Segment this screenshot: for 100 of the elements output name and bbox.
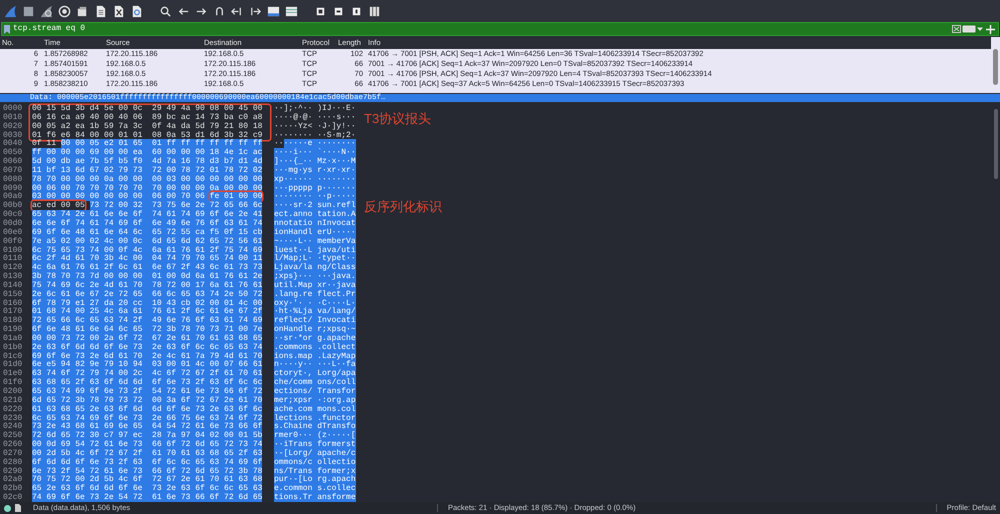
hex-bytes: 72 6d 65 72 30 c7 97 ec 28 7a 97 04 02 00 01 5b — [32, 431, 262, 440]
display-filter-field[interactable]: tcp.stream eq 0 — [1, 22, 999, 36]
ascii-text: ········ ··S·m;2· — [274, 130, 356, 140]
ascii-text: rmer0··· (z·····[ — [274, 431, 356, 440]
ascii-text: ··iTrans formerst — [274, 440, 356, 450]
hex-offset: 01f0 — [3, 379, 24, 388]
hex-bytes: 00 15 5d 3b d4 5e 00 0c 29 49 4a 90 08 00 45 00 — [32, 104, 262, 113]
hex-offset: 00c0 — [3, 211, 24, 220]
hex-bytes: 65 63 74 69 6f 6e 73 2f 54 72 61 6e 73 66 6f 72 — [32, 387, 262, 396]
hex-offset: 0060 — [3, 158, 24, 166]
scrollbar[interactable] — [993, 49, 998, 85]
hex-offset: 0160 — [3, 300, 24, 308]
ascii-text: ections/ Transfor — [274, 387, 356, 396]
hex-bytes: 00 0d 69 54 72 61 6e 73 66 6f 72 6d 65 72 73 74 — [32, 440, 262, 450]
ascii-text: Ljava/la ng/Class — [274, 263, 356, 272]
hex-bytes: 74 69 6f 6e 73 2e 54 72 61 6e 73 66 6f 72 6d 65 — [32, 493, 262, 502]
ascii-text: pur·-[Lo rg.apach — [274, 475, 356, 484]
close-file-icon[interactable] — [112, 4, 125, 18]
autoscroll-icon[interactable] — [267, 4, 280, 18]
ascii-text: ]···{_·· Mz·x···M — [274, 157, 356, 166]
hex-bytes: 01 f6 e6 84 00 00 01 01 08 0a 53 d1 6d 3b 32 c9 — [32, 130, 262, 140]
ascii-text: ····sr·2 sun.refl — [274, 201, 356, 210]
hex-offset: 0220 — [3, 406, 24, 414]
hex-offset: 0280 — [3, 458, 24, 468]
ascii-text: ·····Yz< ·J·]y!·· — [274, 122, 356, 131]
hex-bytes: 3b 78 70 73 7d 00 00 00 01 00 0d 6a 61 76 61 2e — [32, 272, 262, 282]
hex-offset: 00b0 — [3, 202, 24, 210]
hex-bytes: 00 05 a2 ea 1b 59 7a 3c 0f 4a da 5d 79 21 80 18 — [32, 122, 262, 131]
hex-bytes: 73 2e 43 68 61 69 6e 65 64 54 72 61 6e 73 66 6f — [32, 422, 262, 432]
hex-bytes: 00 00 05 e2 01 65 01 ff ff ff ff ff ff ff — [60, 139, 262, 148]
resize-columns-icon[interactable] — [368, 4, 381, 18]
ascii-text: ·····e ········ — [284, 139, 356, 148]
hex-offset: 0200 — [3, 388, 24, 396]
search-icon[interactable] — [159, 4, 172, 18]
hex-offset: 0290 — [3, 468, 24, 476]
ascii-text: ··];·^·· )IJ···E· — [274, 104, 356, 113]
hex-bytes: 03 00 00 00 00 00 00 00 06 00 70 06 — [32, 192, 205, 202]
annotation-label: T3协议报头 — [364, 112, 432, 126]
hex-offset: 0010 — [3, 114, 24, 122]
hex-bytes: 65 2e 63 6f 6d 6d 6f 6e 73 2e 63 6f 6c 6c 65 63 — [32, 484, 262, 494]
hex-offset: 02c0 — [3, 494, 24, 502]
hex-offset: 01d0 — [3, 361, 24, 370]
hex-bytes: 4c 6a 61 76 61 2f 6c 61 6e 67 2f 43 6c 61 73 73 — [32, 263, 262, 272]
clear-icon[interactable] — [952, 25, 961, 33]
scrollbar[interactable] — [994, 109, 998, 179]
document-icon[interactable] — [15, 504, 21, 512]
open-file-icon[interactable] — [76, 4, 89, 18]
annotation-label: 反序列化标识 — [364, 200, 442, 214]
hex-offset: 0150 — [3, 290, 24, 300]
hex-bytes: 6c 2f 4d 61 70 3b 4c 00 04 74 79 70 65 74 00 11 — [32, 254, 262, 264]
hex-offset: 0090 — [3, 184, 24, 193]
ascii-text: e.common s.collec — [274, 484, 356, 494]
ascii-text: l/Map;L· ·typet·· — [274, 254, 356, 264]
hex-bytes: 63 74 6f 72 79 74 00 2c 4c 6f 72 67 2f 61 70 61 — [32, 369, 262, 378]
stop-icon[interactable] — [22, 4, 35, 18]
hex-bytes: 01 68 74 00 25 4c 6a 61 76 61 2f 6c 61 6e 67 2f — [32, 307, 262, 316]
hex-offset: 0170 — [3, 308, 24, 316]
hex-bytes: ff 00 00 00 69 00 00 ea 60 00 00 00 18 4e 1c ac — [32, 148, 262, 158]
hex-bytes: 65 63 74 2e 61 6e 6e 6f 74 61 74 69 6f 6e 2e 41 — [32, 210, 262, 220]
hex-bytes: fe 01 00 00 — [210, 192, 262, 202]
ascii-text: ctoryt·, Lorg/apa — [274, 369, 356, 378]
ascii-text: n····y·· ···L··fa — [274, 360, 356, 370]
bookmark-icon[interactable] — [4, 24, 10, 34]
dropdown-caret-icon[interactable] — [977, 26, 983, 32]
add-icon[interactable] — [986, 24, 995, 34]
reload-file-icon[interactable] — [130, 4, 143, 18]
hex-offset: 0070 — [3, 166, 24, 176]
hex-offset: 0120 — [3, 264, 24, 272]
hex-offset: 02a0 — [3, 476, 24, 484]
hex-offset: 01a0 — [3, 334, 24, 343]
hex-offset: 01e0 — [3, 370, 24, 378]
hex-offset: 0260 — [3, 441, 24, 450]
hex-offset: 0050 — [3, 149, 24, 158]
hex-bytes: ac ed 00 05 — [32, 201, 85, 210]
filter-text: tcp.stream eq 0 — [13, 25, 86, 33]
hex-offset: 0250 — [3, 432, 24, 440]
hex-bytes: 6e e5 94 82 9e 79 10 94 03 00 01 4c 00 07 66 61 — [32, 360, 262, 370]
status-ok-icon[interactable] — [4, 504, 11, 512]
hex-offset: 0000 — [3, 105, 24, 114]
ascii-text: s.Chaine dTransfo — [274, 422, 356, 432]
hex-bytes: 63 68 65 2f 63 6f 6d 6d 6f 6e 73 2f 63 6f 6c 6c — [32, 378, 262, 388]
hex-bytes: 70 75 72 00 2d 5b 4c 6f 72 67 2e 61 70 61 63 68 — [32, 475, 262, 484]
colorize-icon[interactable] — [285, 4, 298, 18]
ascii-text: ·ht·%Lja va/lang/ — [274, 307, 356, 316]
ascii-text: ········ ··p····· — [274, 192, 356, 202]
hex-offset: 0140 — [3, 282, 24, 290]
options-icon[interactable] — [58, 4, 71, 18]
ascii-text: ect.anno tation.A — [274, 210, 356, 220]
hex-bytes: 0f 11 — [32, 139, 56, 148]
shark-fin-icon[interactable] — [4, 4, 17, 18]
ascii-text: ····i··· `····N·· — [274, 148, 356, 158]
hex-bytes: 72 65 66 6c 65 63 74 2f 49 6e 76 6f 63 61 74 69 — [32, 316, 262, 326]
hex-offset: 00a0 — [3, 193, 24, 202]
hex-offset: 0100 — [3, 246, 24, 254]
hex-offset: 0080 — [3, 176, 24, 184]
hex-offset: 0040 — [3, 140, 24, 148]
ascii-text: reflect/ Invocati — [274, 316, 356, 326]
restart-icon[interactable] — [40, 4, 53, 18]
jump-icon[interactable] — [213, 4, 226, 18]
file-icon[interactable] — [94, 4, 107, 18]
